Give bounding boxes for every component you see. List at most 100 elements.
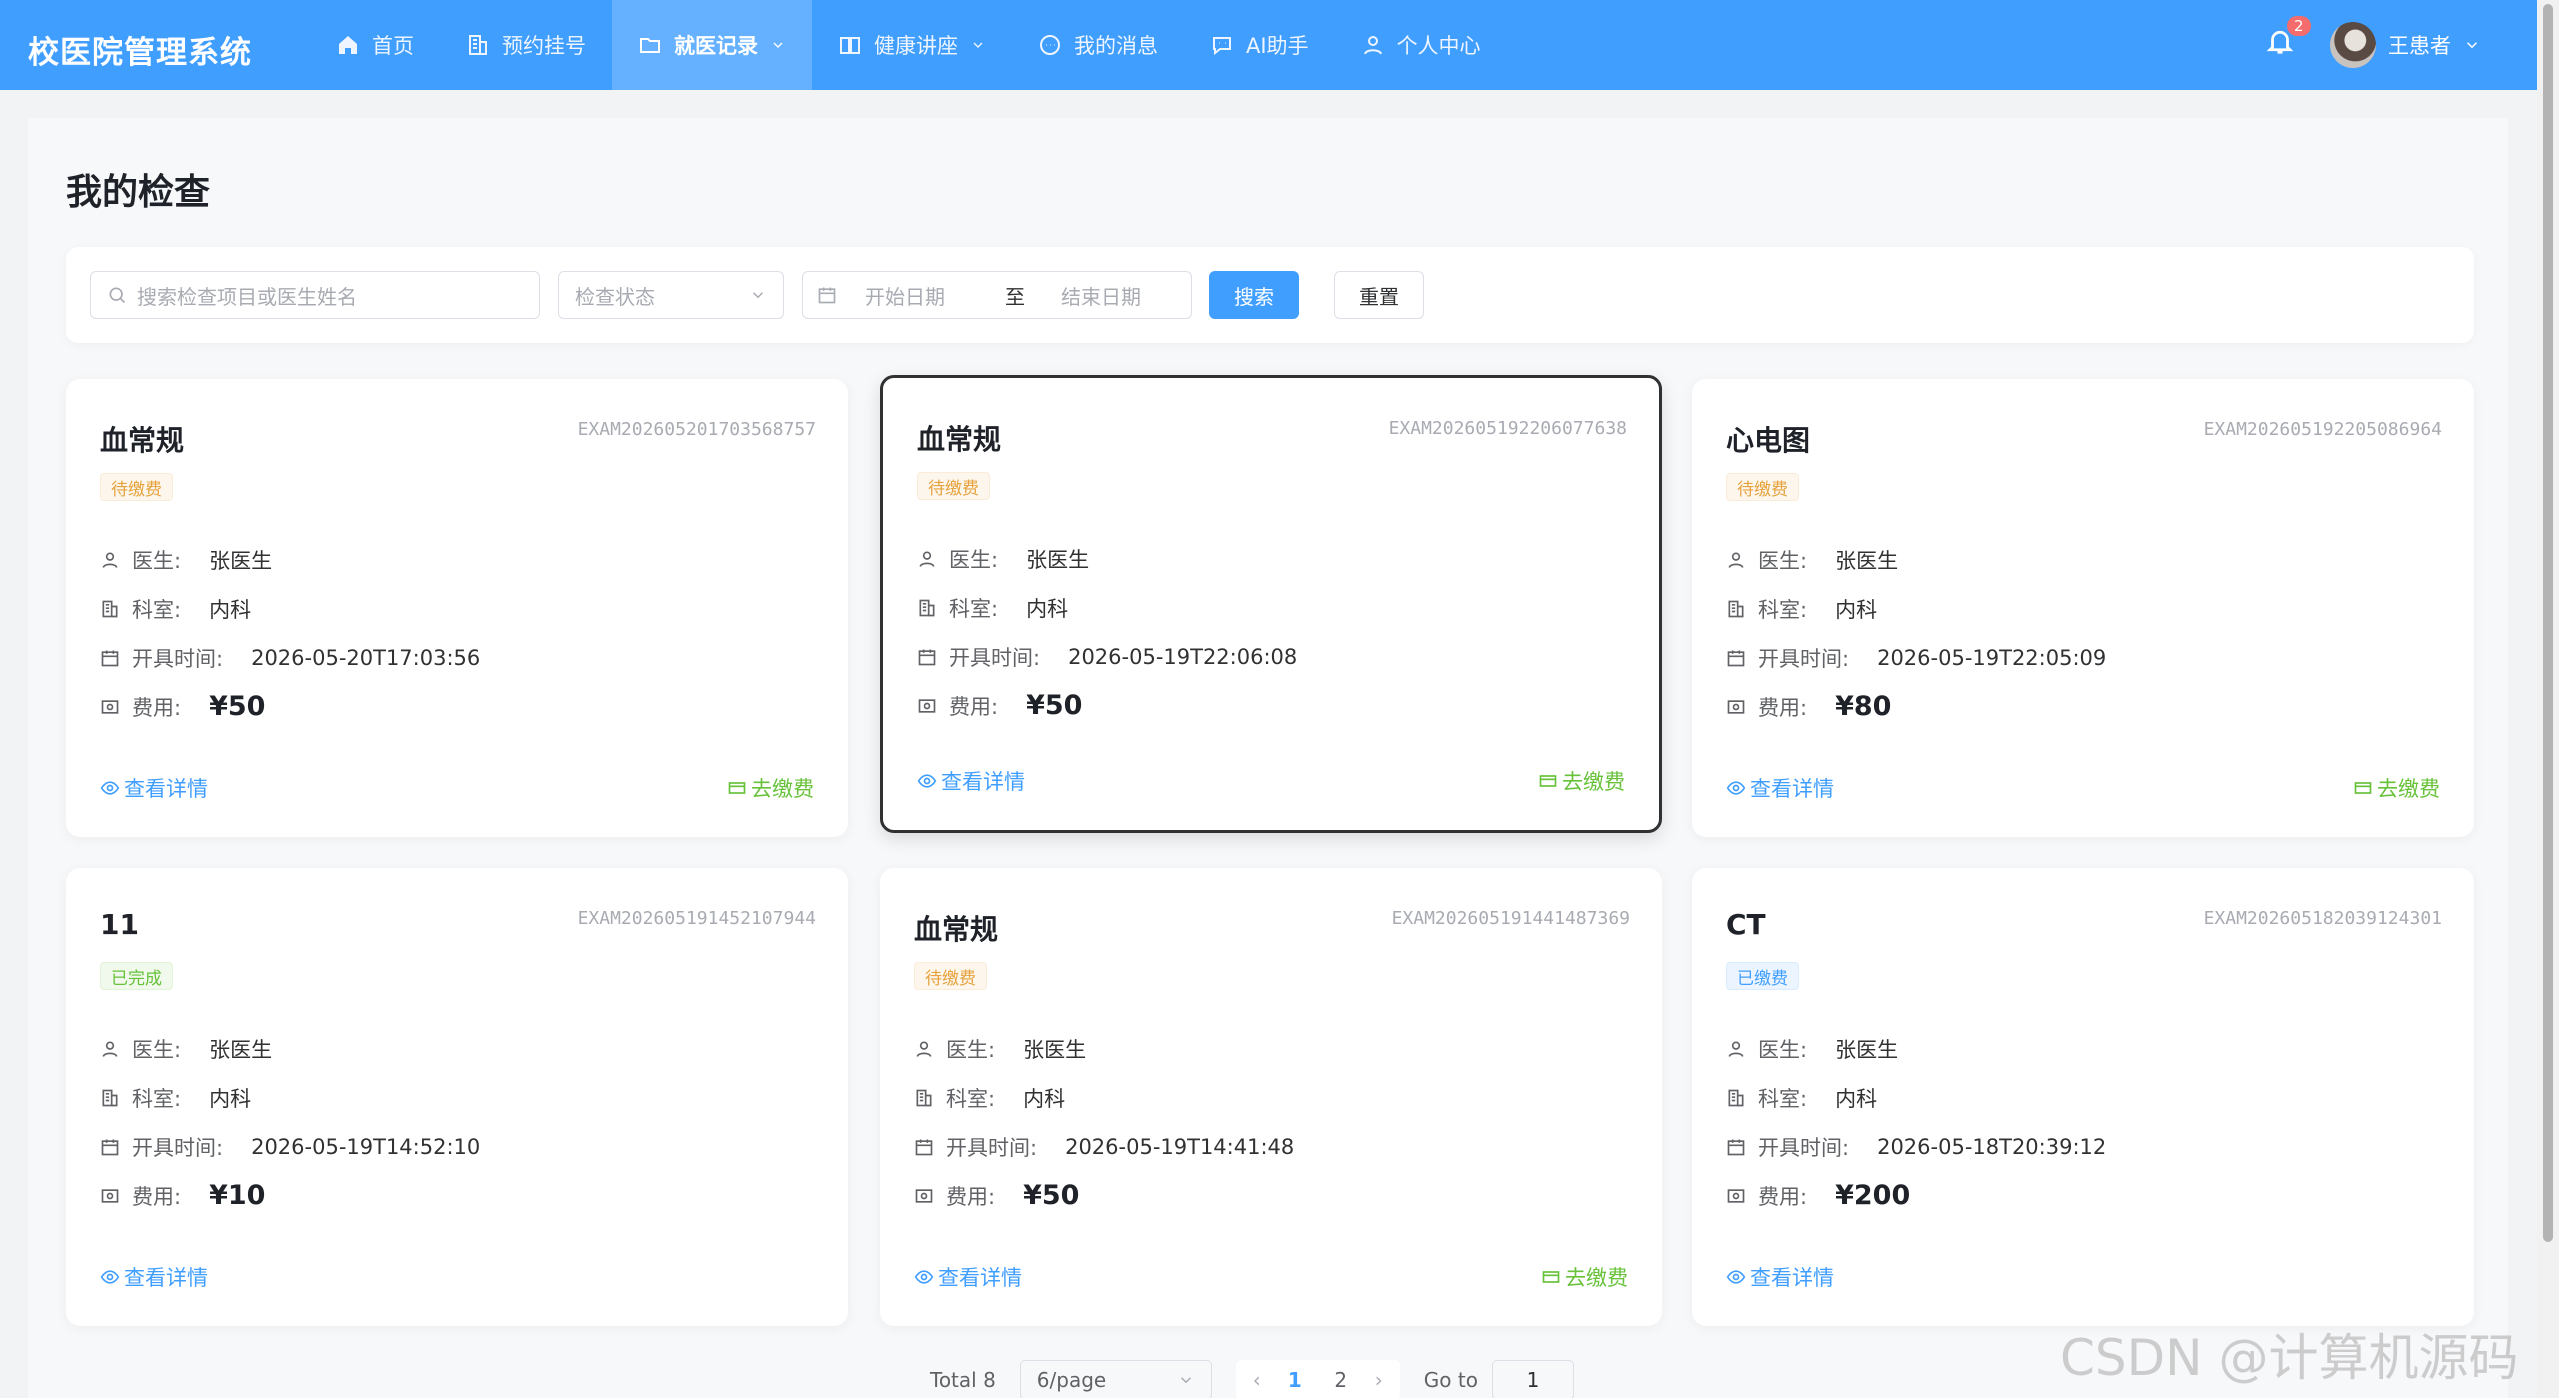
search-input[interactable]: 搜索检查项目或医生姓名 bbox=[90, 271, 540, 319]
status-select[interactable]: 检查状态 bbox=[558, 271, 784, 319]
nav-appointment[interactable]: 预约挂号 bbox=[440, 0, 612, 90]
prev-page-icon[interactable]: ‹ bbox=[1242, 1368, 1272, 1392]
issue-time-value: 2026-05-19T22:06:08 bbox=[1068, 645, 1298, 669]
nav-health-lectures-label: 健康讲座 bbox=[874, 34, 958, 58]
issue-time-value: 2026-05-19T14:52:10 bbox=[251, 1135, 481, 1159]
exam-card[interactable]: 血常规 EXAM202605192206077638 待缴费 医生: 张医生 科室: 内科开… bbox=[880, 375, 1662, 833]
issue-time-label: 开具时间: bbox=[1758, 647, 1850, 671]
nav-ai-assistant[interactable]: AI助手 bbox=[1184, 0, 1335, 90]
department-label: 科室: bbox=[132, 1087, 182, 1111]
department-icon bbox=[1728, 600, 1744, 618]
department-value: 内科 bbox=[1026, 597, 1069, 621]
issue-time-label: 开具时间: bbox=[949, 646, 1041, 670]
exam-card[interactable]: 血常规 EXAM202605201703568757 待缴费 医生: 张医生 科室: 内科开… bbox=[66, 379, 848, 837]
notification-bell[interactable]: 2 bbox=[2265, 16, 2311, 60]
reset-button[interactable]: 重置 bbox=[1334, 271, 1424, 319]
money-icon bbox=[101, 699, 119, 714]
page-title: 我的检查 bbox=[66, 172, 211, 213]
department-icon bbox=[1728, 1089, 1744, 1107]
doctor-value: 张医生 bbox=[209, 549, 273, 573]
go-pay-label: 去缴费 bbox=[2377, 777, 2440, 801]
go-pay-link[interactable]: 去缴费 bbox=[1541, 1262, 1628, 1292]
department-label: 科室: bbox=[1758, 598, 1808, 622]
nav-health-lectures[interactable]: 健康讲座 bbox=[812, 0, 1012, 90]
exam-code: EXAM202605192205086964 bbox=[2203, 419, 2442, 440]
go-pay-link[interactable]: 去缴费 bbox=[2353, 773, 2440, 803]
doctor-icon bbox=[1728, 552, 1744, 568]
calendar-icon bbox=[1727, 1139, 1745, 1156]
robot-icon bbox=[1213, 37, 1231, 56]
view-detail-link[interactable]: 查看详情 bbox=[917, 766, 1025, 796]
user-name: 王患者 bbox=[2388, 34, 2451, 58]
money-icon bbox=[101, 1188, 119, 1203]
department-row: 科室: 内科 bbox=[1726, 594, 1877, 624]
department-value: 内科 bbox=[1835, 1087, 1878, 1111]
doctor-row: 医生: 张医生 bbox=[914, 1034, 1086, 1064]
doctor-value: 张医生 bbox=[209, 1038, 273, 1062]
issue-time-row: 开具时间: 2026-05-19T22:06:08 bbox=[917, 642, 1297, 672]
fee-label: 费用: bbox=[1758, 1184, 1808, 1209]
nav-personal-center[interactable]: 个人中心 bbox=[1335, 0, 1507, 90]
doctor-icon bbox=[102, 1041, 118, 1057]
chevron-down-icon bbox=[773, 42, 783, 48]
view-detail-link[interactable]: 查看详情 bbox=[100, 773, 208, 803]
doctor-value: 张医生 bbox=[1026, 548, 1090, 572]
search-button[interactable]: 搜索 bbox=[1209, 271, 1299, 319]
fee-label: 费用: bbox=[946, 1184, 996, 1209]
scrollbar-thumb[interactable] bbox=[2543, 4, 2553, 1242]
department-row: 科室: 内科 bbox=[917, 593, 1068, 623]
notification-badge: 2 bbox=[2287, 16, 2311, 36]
exam-card[interactable]: 血常规 EXAM202605191441487369 待缴费 医生: 张医生 科室: 内科开… bbox=[880, 868, 1662, 1326]
user-menu[interactable]: 王患者 bbox=[2330, 22, 2481, 68]
issue-time-value: 2026-05-19T22:05:09 bbox=[1877, 646, 2107, 670]
calendar-icon bbox=[1727, 650, 1745, 667]
doctor-row: 医生: 张医生 bbox=[100, 1034, 272, 1064]
exam-card[interactable]: 心电图 EXAM202605192205086964 待缴费 医生: 张医生 科室: 内科开… bbox=[1692, 379, 2474, 837]
fee-row: 费用: ¥200 bbox=[1726, 1180, 1910, 1211]
page-size-select[interactable]: 6/page bbox=[1019, 1360, 1212, 1398]
issue-time-label: 开具时间: bbox=[1758, 1136, 1850, 1160]
nav-home[interactable]: 首页 bbox=[310, 0, 440, 90]
fee-value: ¥50 bbox=[1026, 690, 1083, 721]
view-detail-label: 查看详情 bbox=[1750, 1266, 1834, 1290]
view-detail-link[interactable]: 查看详情 bbox=[1726, 773, 1834, 803]
doctor-row: 医生: 张医生 bbox=[1726, 1034, 1898, 1064]
view-detail-link[interactable]: 查看详情 bbox=[100, 1262, 208, 1292]
go-pay-link[interactable]: 去缴费 bbox=[727, 773, 814, 803]
goto-page-input[interactable]: 1 bbox=[1491, 1360, 1574, 1398]
doctor-label: 医生: bbox=[1758, 549, 1808, 573]
issue-time-row: 开具时间: 2026-05-19T22:05:09 bbox=[1726, 643, 2106, 673]
exam-card[interactable]: 11 EXAM202605191452107944 已完成 医生: 张医生 科室: 内科 开具… bbox=[66, 868, 848, 1326]
start-date-placeholder: 开始日期 bbox=[865, 284, 945, 309]
nav-my-messages[interactable]: 我的消息 bbox=[1012, 0, 1184, 90]
fee-row: 费用: ¥50 bbox=[914, 1180, 1079, 1211]
watermark: CSDN @计算机源码站 bbox=[2060, 1329, 2519, 1387]
nav-medical-records[interactable]: 就医记录 bbox=[612, 0, 812, 90]
status-badge: 已缴费 bbox=[1726, 962, 1799, 990]
department-icon bbox=[102, 600, 118, 618]
fee-value: ¥50 bbox=[1023, 1180, 1080, 1211]
view-detail-link[interactable]: 查看详情 bbox=[1726, 1262, 1834, 1292]
issue-time-row: 开具时间: 2026-05-19T14:41:48 bbox=[914, 1132, 1294, 1162]
exam-code: EXAM202605192206077638 bbox=[1388, 418, 1627, 439]
doctor-label: 医生: bbox=[1758, 1038, 1808, 1062]
calendar-icon bbox=[101, 650, 119, 667]
credit-card-icon bbox=[1539, 775, 1557, 787]
doctor-value: 张医生 bbox=[1835, 549, 1899, 573]
next-page-icon[interactable]: › bbox=[1364, 1368, 1394, 1392]
date-range-picker[interactable]: 开始日期 至 结束日期 bbox=[802, 271, 1192, 319]
fee-label: 费用: bbox=[132, 1184, 182, 1209]
chat-icon bbox=[1040, 35, 1060, 55]
range-separator: 至 bbox=[1005, 284, 1025, 309]
exam-card[interactable]: CT EXAM202605182039124301 已缴费 医生: 张医生 科室: 内科 开具… bbox=[1692, 868, 2474, 1326]
chevron-down-icon bbox=[973, 42, 983, 48]
eye-icon bbox=[100, 1270, 120, 1284]
page-button-2[interactable]: 2 bbox=[1318, 1360, 1364, 1398]
app-logo: 校医院管理系统 bbox=[28, 35, 252, 71]
nav-home-label: 首页 bbox=[372, 34, 414, 58]
go-pay-link[interactable]: 去缴费 bbox=[1538, 766, 1625, 796]
view-detail-link[interactable]: 查看详情 bbox=[914, 1262, 1022, 1292]
page-button-1[interactable]: 1 bbox=[1272, 1360, 1318, 1398]
issue-time-value: 2026-05-19T14:41:48 bbox=[1065, 1135, 1295, 1159]
exam-name: 血常规 bbox=[100, 424, 185, 457]
